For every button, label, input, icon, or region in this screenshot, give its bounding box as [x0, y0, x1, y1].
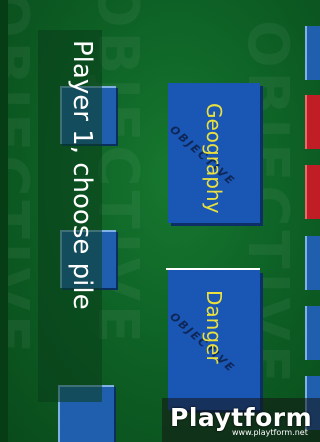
side-tile[interactable] — [305, 165, 320, 219]
board-edge — [0, 0, 8, 442]
category-card-geography[interactable]: OBJECTIVE Geography — [168, 83, 260, 223]
logo-url: www.playtform.net — [232, 428, 308, 437]
category-card-danger[interactable]: OBJECTIVE Danger — [168, 270, 260, 410]
category-label: Geography — [202, 103, 226, 214]
category-label: Danger — [202, 290, 226, 364]
side-tile[interactable] — [305, 26, 320, 80]
side-tile[interactable] — [305, 236, 320, 290]
side-tile[interactable] — [305, 306, 320, 360]
turn-prompt: Player 1, choose pile — [67, 40, 97, 310]
game-board: OBJECTIVE OBJECTIVE OBJECTIVE Player 1, … — [0, 0, 320, 442]
side-tile[interactable] — [305, 95, 320, 149]
